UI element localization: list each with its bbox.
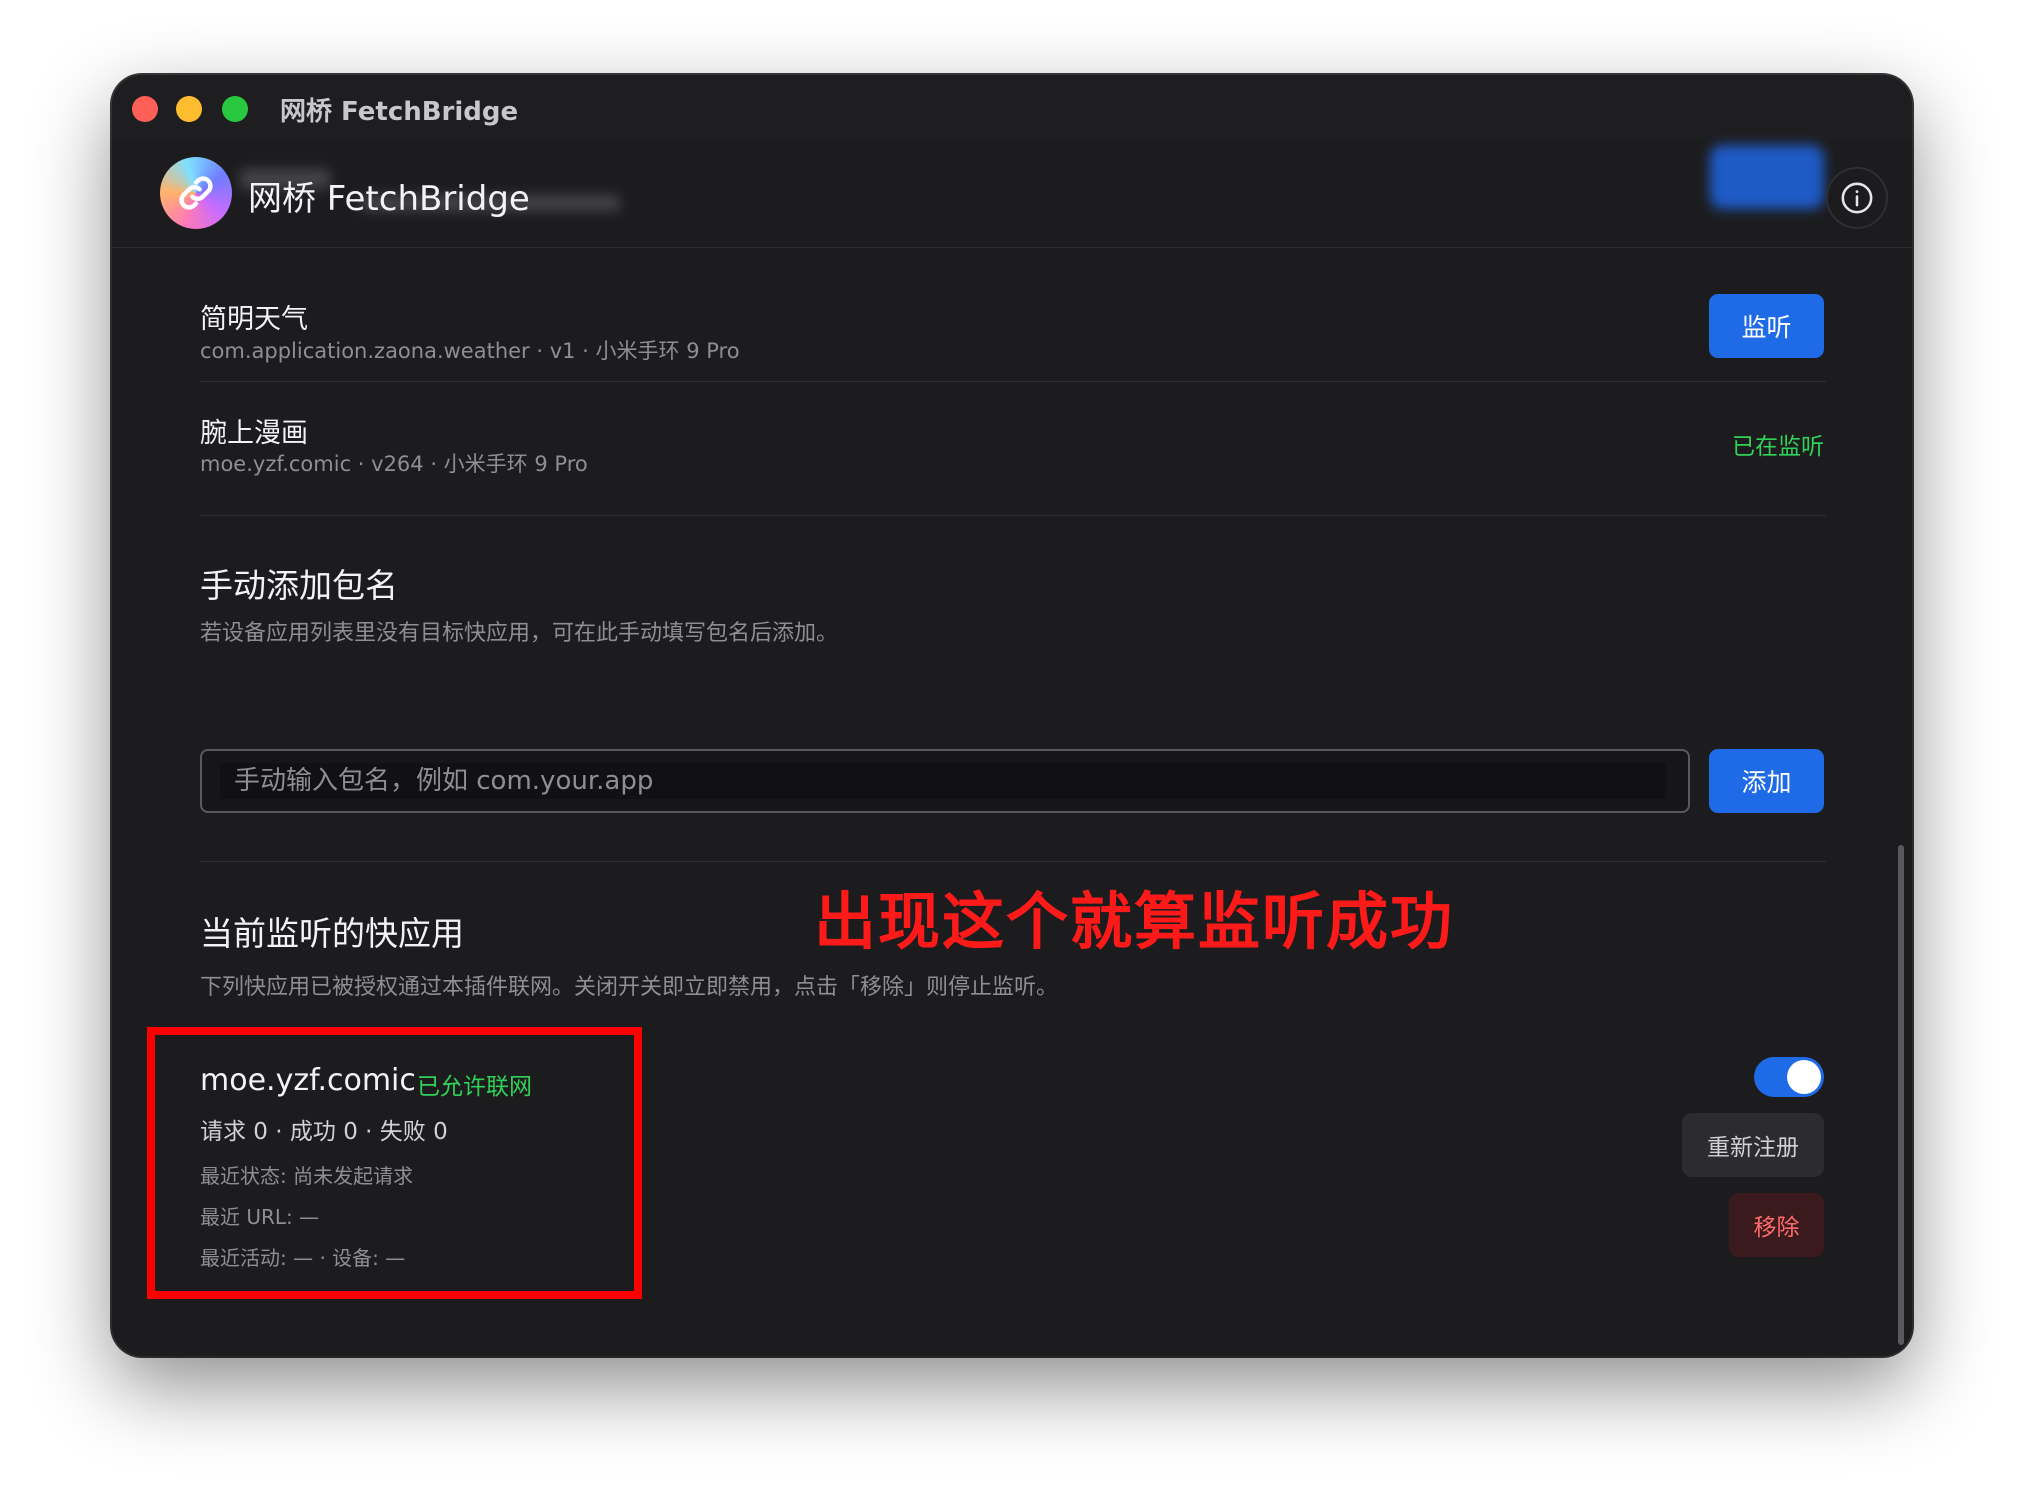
app-title: 网桥 FetchBridge — [248, 179, 530, 219]
package-input-box — [200, 749, 1690, 813]
app-name-weather: 简明天气 — [200, 304, 308, 335]
recent-status: 最近状态: 尚未发起请求 — [200, 1164, 414, 1188]
listening-pkg-name: moe.yzf.comic — [200, 1063, 416, 1098]
recent-activity: 最近活动: — · 设备: — — [200, 1246, 406, 1270]
app-name-comic: 腕上漫画 — [200, 418, 308, 449]
network-allowed-badge: 已允许联网 — [417, 1074, 532, 1100]
scrollbar[interactable] — [1898, 845, 1904, 1345]
scrolled-button-ghost — [1710, 145, 1824, 209]
listening-title: 当前监听的快应用 — [200, 914, 464, 953]
listening-desc: 下列快应用已被授权通过本插件联网。关闭开关即立即禁用，点击「移除」则停止监听。 — [200, 975, 1059, 1000]
info-button[interactable] — [1826, 167, 1888, 229]
main-content: 简明天气 com.application.zaona.weather · v1 … — [112, 75, 1912, 1356]
app-header: 网桥 FetchBridge — [112, 139, 1912, 247]
reregister-button[interactable]: 重新注册 — [1682, 1113, 1824, 1177]
manual-add-title: 手动添加包名 — [200, 566, 398, 605]
annotation-text: 出现这个就算监听成功 — [814, 885, 1455, 958]
recent-url: 最近 URL: — — [200, 1205, 320, 1229]
request-stats: 请求 0 · 成功 0 · 失败 0 — [200, 1119, 448, 1145]
app-sub-weather: com.application.zaona.weather · v1 · 小米手… — [200, 339, 740, 363]
info-circle-icon — [1841, 182, 1873, 214]
listen-button[interactable]: 监听 — [1709, 294, 1824, 358]
divider — [200, 381, 1826, 382]
header-divider — [112, 247, 1912, 248]
app-window: 网桥 FetchBridge 简明天气 com.application.zaon… — [112, 75, 1912, 1356]
manual-add-desc: 若设备应用列表里没有目标快应用，可在此手动填写包名后添加。 — [200, 621, 839, 646]
add-button[interactable]: 添加 — [1709, 749, 1824, 813]
toggle-knob — [1787, 1060, 1821, 1094]
app-sub-comic: moe.yzf.comic · v264 · 小米手环 9 Pro — [200, 452, 588, 476]
package-input[interactable] — [220, 763, 1666, 799]
link-icon — [160, 157, 232, 229]
remove-button[interactable]: 移除 — [1729, 1193, 1824, 1257]
enable-toggle[interactable] — [1754, 1057, 1824, 1097]
already-listening-status: 已在监听 — [1732, 434, 1824, 460]
divider — [200, 861, 1826, 862]
divider — [200, 515, 1826, 516]
